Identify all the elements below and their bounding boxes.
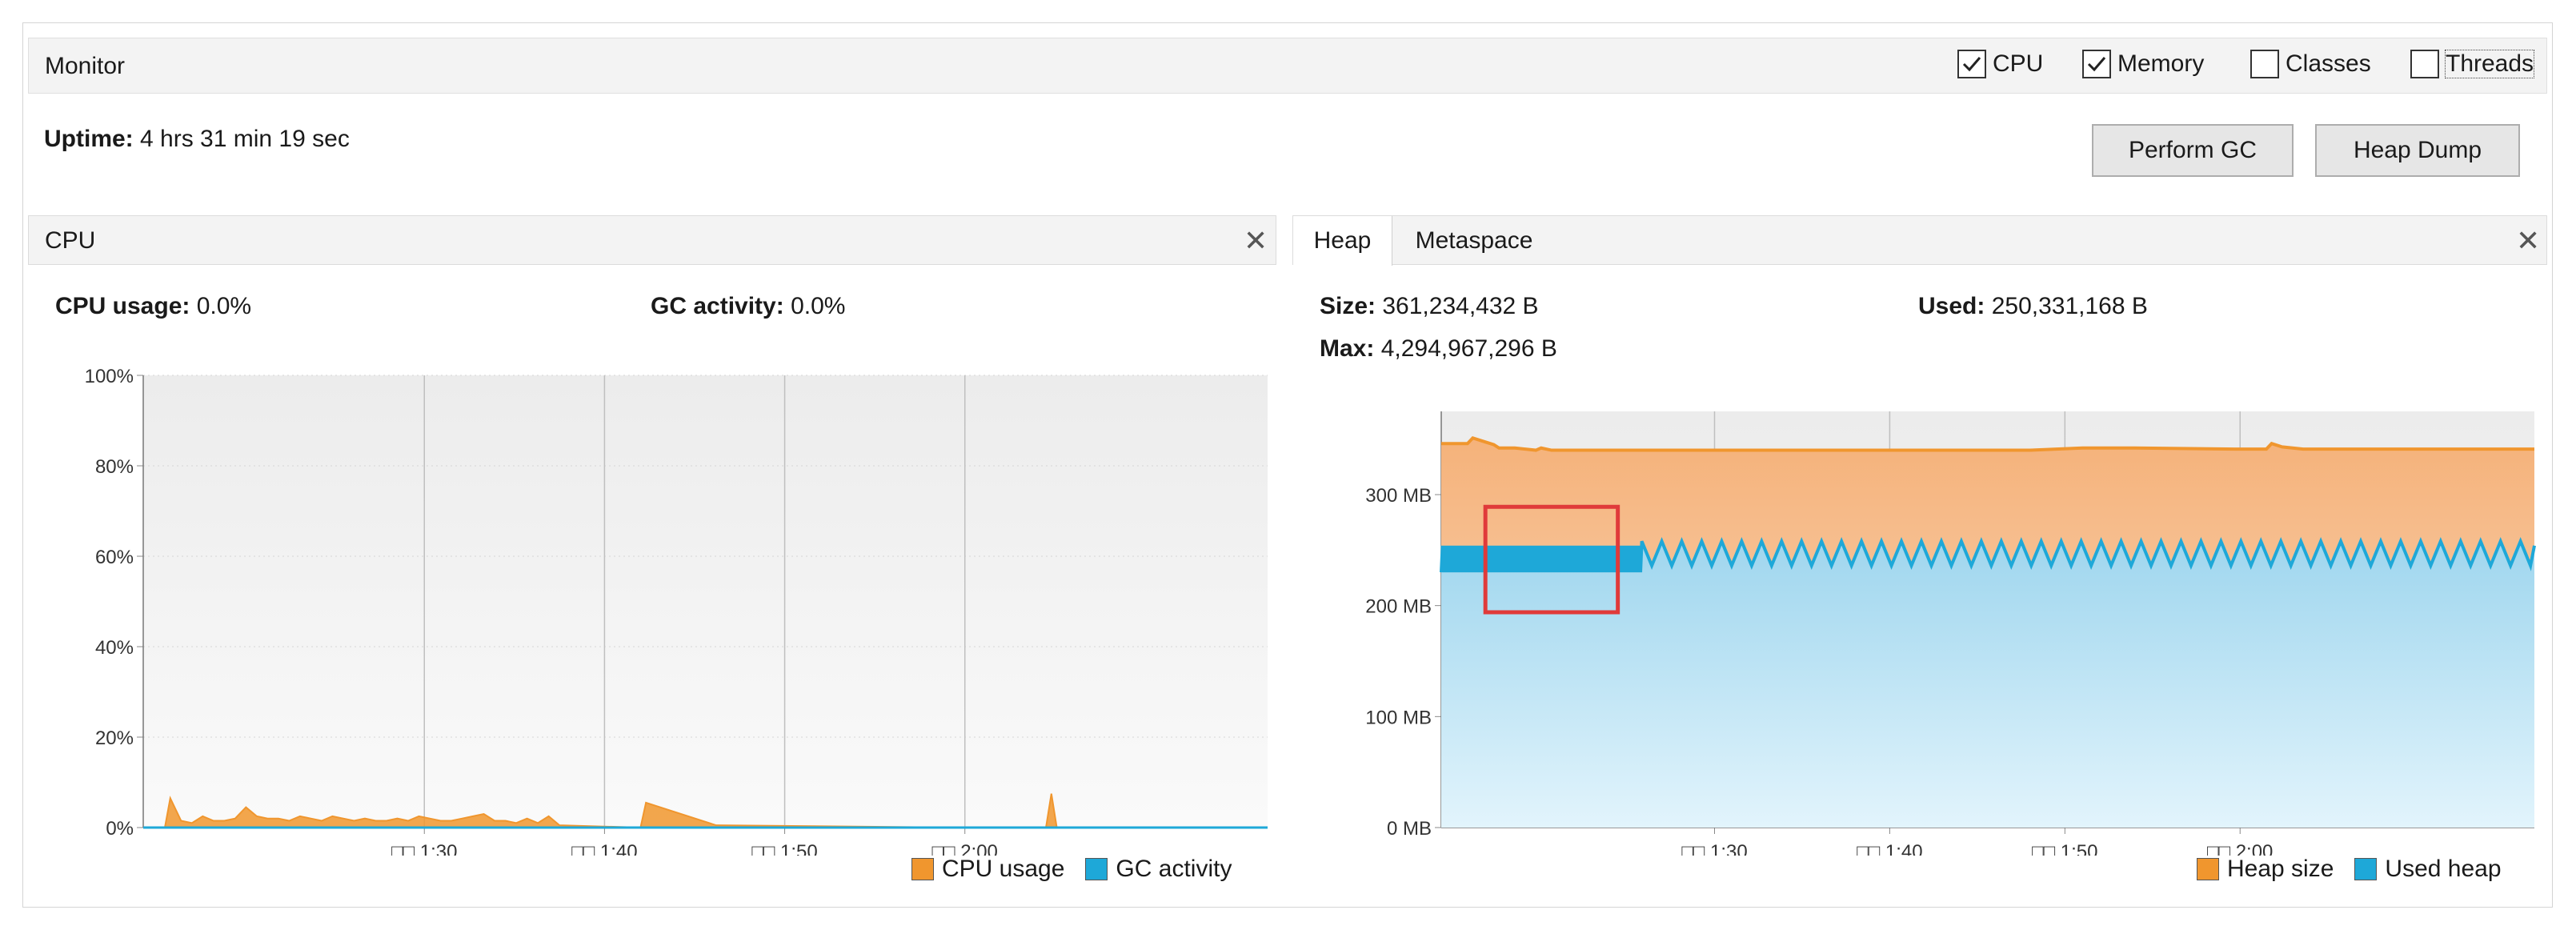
legend-heap-size-label: Heap size — [2227, 856, 2334, 882]
heap-used-stat: Used: 250,331,168 B — [1918, 293, 2148, 320]
monitor-title: Monitor — [45, 53, 126, 79]
heap-size-stat: Size: 361,234,432 B — [1320, 293, 1539, 320]
y-tick-label: 60% — [95, 547, 134, 568]
heap-size-label: Size: — [1320, 293, 1376, 319]
heap-chart: 0 MB 100 MB 200 MB 300 MB □□ 1:30 □□ 1:40 □□ 1… — [1365, 411, 2536, 856]
threads-checkbox-label: Threads — [2444, 50, 2535, 78]
gc-activity-label: GC activity: — [651, 293, 784, 319]
y-tick-label: 40% — [95, 637, 134, 659]
legend-swatch — [911, 858, 934, 880]
uptime-label: Uptime: — [44, 126, 134, 152]
tab-metaspace[interactable]: Metaspace — [1394, 216, 1554, 266]
cpu-panel-title: CPU — [45, 227, 96, 254]
tab-heap[interactable]: Heap — [1293, 216, 1392, 266]
uptime-value: 4 hrs 31 min 19 sec — [140, 126, 350, 152]
cpu-usage-stat: CPU usage: 0.0% — [55, 293, 251, 320]
legend-swatch — [1085, 858, 1108, 880]
legend-swatch — [2354, 858, 2378, 880]
legend-gc-activity-label: GC activity — [1116, 856, 1232, 882]
used-heap-area — [1441, 541, 2534, 828]
y-tick-label: 20% — [95, 728, 134, 749]
cpu-checkbox-label: CPU — [1993, 50, 2044, 77]
cpu-checkbox[interactable]: CPU — [1957, 50, 2043, 78]
legend-gc-activity: GC activity — [1085, 856, 1232, 883]
uptime: Uptime: 4 hrs 31 min 19 sec — [44, 126, 350, 153]
memory-checkbox-label: Memory — [2117, 50, 2205, 77]
legend-cpu-usage-label: CPU usage — [942, 856, 1065, 882]
y-tick-label: 100% — [85, 366, 134, 387]
x-tick-label: □□ 2:00 — [932, 841, 998, 856]
legend-heap-size: Heap size — [2197, 856, 2334, 883]
x-tick-label: □□ 1:30 — [1681, 841, 1747, 856]
heap-legend: Heap size Used heap — [2197, 856, 2522, 883]
memory-checkbox[interactable]: Memory — [2082, 50, 2204, 78]
close-icon[interactable]: ✕ — [1244, 224, 1268, 258]
heap-panel-header: Heap Metaspace ✕ — [1292, 215, 2547, 266]
threads-checkbox[interactable]: Threads — [2410, 50, 2535, 78]
cpu-legend: CPU usage GC activity — [911, 856, 1252, 883]
cpu-usage-value: 0.0% — [196, 293, 252, 319]
cpu-panel-header: CPU ✕ — [28, 215, 1276, 265]
x-tick-label: □□ 1:50 — [751, 841, 817, 856]
heap-dump-button[interactable]: Heap Dump — [2315, 124, 2520, 177]
x-tick-label: □□ 1:40 — [571, 841, 637, 856]
gc-activity-stat: GC activity: 0.0% — [651, 293, 845, 320]
y-tick-label: 80% — [95, 456, 134, 478]
y-tick-label: 0 MB — [1387, 818, 1432, 840]
checkbox-checked-icon[interactable] — [1957, 50, 1986, 78]
classes-checkbox[interactable]: Classes — [2250, 50, 2371, 78]
x-tick-label: □□ 2:00 — [2207, 841, 2273, 856]
y-tick-label: 0% — [106, 818, 134, 840]
legend-used-heap: Used heap — [2354, 856, 2502, 883]
legend-cpu-usage: CPU usage — [911, 856, 1064, 883]
x-tick-label: □□ 1:30 — [391, 841, 457, 856]
y-tick-label: 200 MB — [1365, 596, 1432, 618]
y-tick-label: 300 MB — [1365, 485, 1432, 507]
classes-checkbox-label: Classes — [2286, 50, 2371, 77]
close-icon[interactable]: ✕ — [2516, 224, 2540, 258]
legend-swatch — [2197, 858, 2219, 880]
checkbox-unchecked-icon[interactable] — [2410, 50, 2439, 78]
gc-activity-value: 0.0% — [791, 293, 846, 319]
legend-used-heap-label: Used heap — [2385, 856, 2502, 882]
perform-gc-button[interactable]: Perform GC — [2092, 124, 2294, 177]
heap-used-value: 250,331,168 B — [1991, 293, 2148, 319]
y-tick-label: 100 MB — [1365, 707, 1432, 728]
checkbox-checked-icon[interactable] — [2082, 50, 2111, 78]
x-tick-label: □□ 1:40 — [1857, 841, 1922, 856]
x-tick-label: □□ 1:50 — [2032, 841, 2097, 856]
cpu-chart: 0% 20% 40% 60% 80% 100% □□ 1:30 □□ 1:40 □□ 1:50 □… — [85, 366, 1268, 856]
cpu-usage-label: CPU usage: — [55, 293, 190, 319]
monitor-window: Monitor CPU Memory Classes Threads Uptim… — [22, 22, 2553, 908]
heap-used-label: Used: — [1918, 293, 1985, 319]
checkbox-unchecked-icon[interactable] — [2250, 50, 2279, 78]
heap-size-value: 361,234,432 B — [1382, 293, 1539, 319]
plot-area — [143, 375, 1268, 828]
monitor-header: Monitor CPU Memory Classes Threads — [28, 38, 2547, 94]
